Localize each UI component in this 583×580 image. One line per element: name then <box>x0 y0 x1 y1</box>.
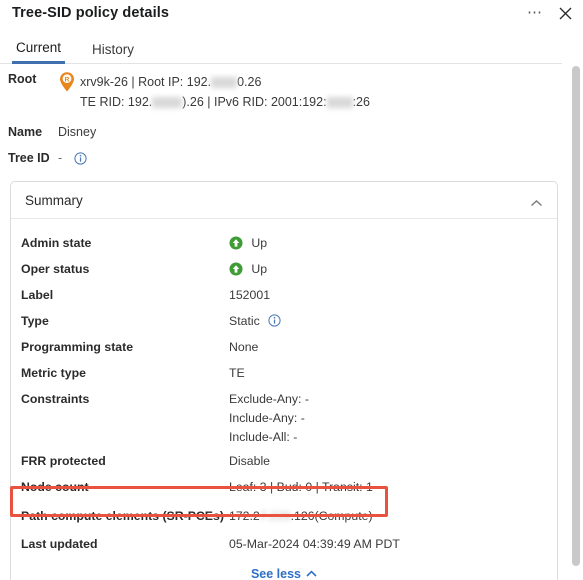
tree-id-value: - <box>58 151 63 165</box>
te-rid-redacted: XXX.X <box>152 97 183 109</box>
root-label: Root <box>8 72 37 86</box>
ellipsis-icon: ⋯ <box>527 4 543 21</box>
summary-row-constraints: Constraints Exclude-Any: - Include-Any: … <box>11 387 557 449</box>
tab-current-label: Current <box>16 40 62 55</box>
row-value-text: Up <box>251 236 268 250</box>
row-value: Up <box>229 257 267 282</box>
sr-pce-redacted: 7.226 <box>259 509 291 523</box>
see-less-button[interactable]: See less <box>251 567 317 580</box>
summary-card-header[interactable]: Summary <box>11 182 557 219</box>
tree-id-label: Tree ID <box>8 151 50 165</box>
vertical-scrollbar-thumb[interactable] <box>572 66 580 566</box>
summary-row-oper-status: Oper status Up <box>11 257 557 283</box>
chevron-up-icon <box>306 570 317 577</box>
summary-card-body: Admin state Up Oper status Up Label 1520… <box>11 219 557 580</box>
policy-detail-rows: Root R xrv9k-26 | Root IP: 192.XXX.0.26 … <box>0 72 562 165</box>
status-up-icon <box>229 260 243 276</box>
te-rid-prefix: TE RID: 192. <box>80 95 153 109</box>
row-label: Node count <box>21 480 89 494</box>
row-value: 152001 <box>229 288 271 302</box>
tab-bar: Current History <box>0 34 562 64</box>
row-value: Disable <box>229 454 271 468</box>
row-label: FRR protected <box>21 454 106 468</box>
te-rid-mid: ).26 | IPv6 RID: 2001:192: <box>182 95 327 109</box>
status-up-icon <box>229 234 243 250</box>
row-label: Metric type <box>21 366 86 380</box>
row-label: Oper status <box>21 262 90 276</box>
row-label: Type <box>21 314 49 328</box>
row-label: Admin state <box>21 236 92 250</box>
row-value: Up <box>229 231 267 256</box>
summary-row-programming-state: Programming state None <box>11 335 557 361</box>
header-actions: ⋯ <box>525 3 575 23</box>
name-value: Disney <box>58 125 97 139</box>
root-value-block: xrv9k-26 | Root IP: 192.XXX.0.26 TE RID:… <box>80 72 370 112</box>
root-ip-redacted: XXX. <box>211 77 238 89</box>
close-button[interactable] <box>555 3 575 23</box>
constraint-exclude-any: Exclude-Any: - <box>229 392 309 406</box>
ipv6-rid-redacted: XXXX <box>326 97 353 109</box>
info-icon[interactable] <box>74 151 87 165</box>
tree-sid-policy-details-panel: Tree-SID policy details ⋯ Current Histor… <box>0 0 583 580</box>
tab-current[interactable]: Current <box>12 34 66 64</box>
panel-header: Tree-SID policy details ⋯ <box>0 0 583 32</box>
row-value-text: Up <box>251 262 268 276</box>
row-label: Programming state <box>21 340 134 354</box>
row-label: Constraints <box>21 392 90 406</box>
summary-row-admin-state: Admin state Up <box>11 231 557 257</box>
summary-row-path-compute-elements: Path compute elements (SR-PCEs) 172.27.2… <box>11 501 557 532</box>
row-label: Path compute elements (SR-PCEs) <box>21 509 224 523</box>
constraint-include-any: Include-Any: - <box>229 411 305 425</box>
see-less-label: See less <box>250 567 302 580</box>
tree-id-row: Tree ID - <box>0 151 562 165</box>
tab-history-label: History <box>92 41 135 57</box>
row-label: Label <box>21 288 54 302</box>
summary-row-metric-type: Metric type TE <box>11 361 557 387</box>
row-value: Exclude-Any: - Include-Any: - Include-Al… <box>229 387 309 447</box>
chevron-up-icon <box>530 199 543 207</box>
root-line-1: xrv9k-26 | Root IP: 192.XXX.0.26 <box>80 72 370 92</box>
map-pin-root-icon: R <box>58 71 76 93</box>
summary-card: Summary Admin state Up Oper status Up La… <box>10 181 558 580</box>
summary-row-frr-protected: FRR protected Disable <box>11 449 557 475</box>
more-options-button[interactable]: ⋯ <box>525 3 545 23</box>
root-ip-suffix: 0.26 <box>237 75 262 89</box>
constraint-include-all: Include-All: - <box>229 430 298 444</box>
info-icon[interactable] <box>268 311 281 327</box>
sr-pce-prefix: 172.2 <box>229 509 260 523</box>
name-row: Name Disney <box>0 125 562 139</box>
page-title: Tree-SID policy details <box>12 5 170 21</box>
row-value: 05-Mar-2024 04:39:49 AM PDT <box>229 537 400 551</box>
row-label: Last updated <box>21 537 98 551</box>
sr-pce-suffix: .126(Compute) <box>290 509 373 523</box>
summary-collapse-button[interactable] <box>530 195 543 213</box>
summary-row-type: Type Static <box>11 309 557 335</box>
see-less-container: See less <box>11 567 557 580</box>
name-label: Name <box>8 125 43 139</box>
row-value: Leaf: 3 | Bud: 0 | Transit: 1 <box>229 480 373 494</box>
root-row: Root R xrv9k-26 | Root IP: 192.XXX.0.26 … <box>0 72 562 112</box>
row-value-text: Static <box>229 314 260 328</box>
summary-row-last-updated: Last updated 05-Mar-2024 04:39:49 AM PDT <box>11 532 557 558</box>
summary-row-node-count: Node count Leaf: 3 | Bud: 0 | Transit: 1 <box>11 475 557 501</box>
row-value: 172.27.226.126(Compute) <box>229 501 373 532</box>
root-line-2: TE RID: 192.XXX.X).26 | IPv6 RID: 2001:1… <box>80 92 370 112</box>
summary-title: Summary <box>25 192 83 208</box>
root-ip-prefix: xrv9k-26 | Root IP: 192. <box>80 75 212 89</box>
svg-text:R: R <box>65 76 70 83</box>
summary-row-label: Label 152001 <box>11 283 557 309</box>
row-value: Static <box>229 309 281 334</box>
row-value: TE <box>229 366 245 380</box>
close-icon <box>559 7 571 19</box>
row-value: None <box>229 340 259 354</box>
tab-history[interactable]: History <box>88 34 138 64</box>
